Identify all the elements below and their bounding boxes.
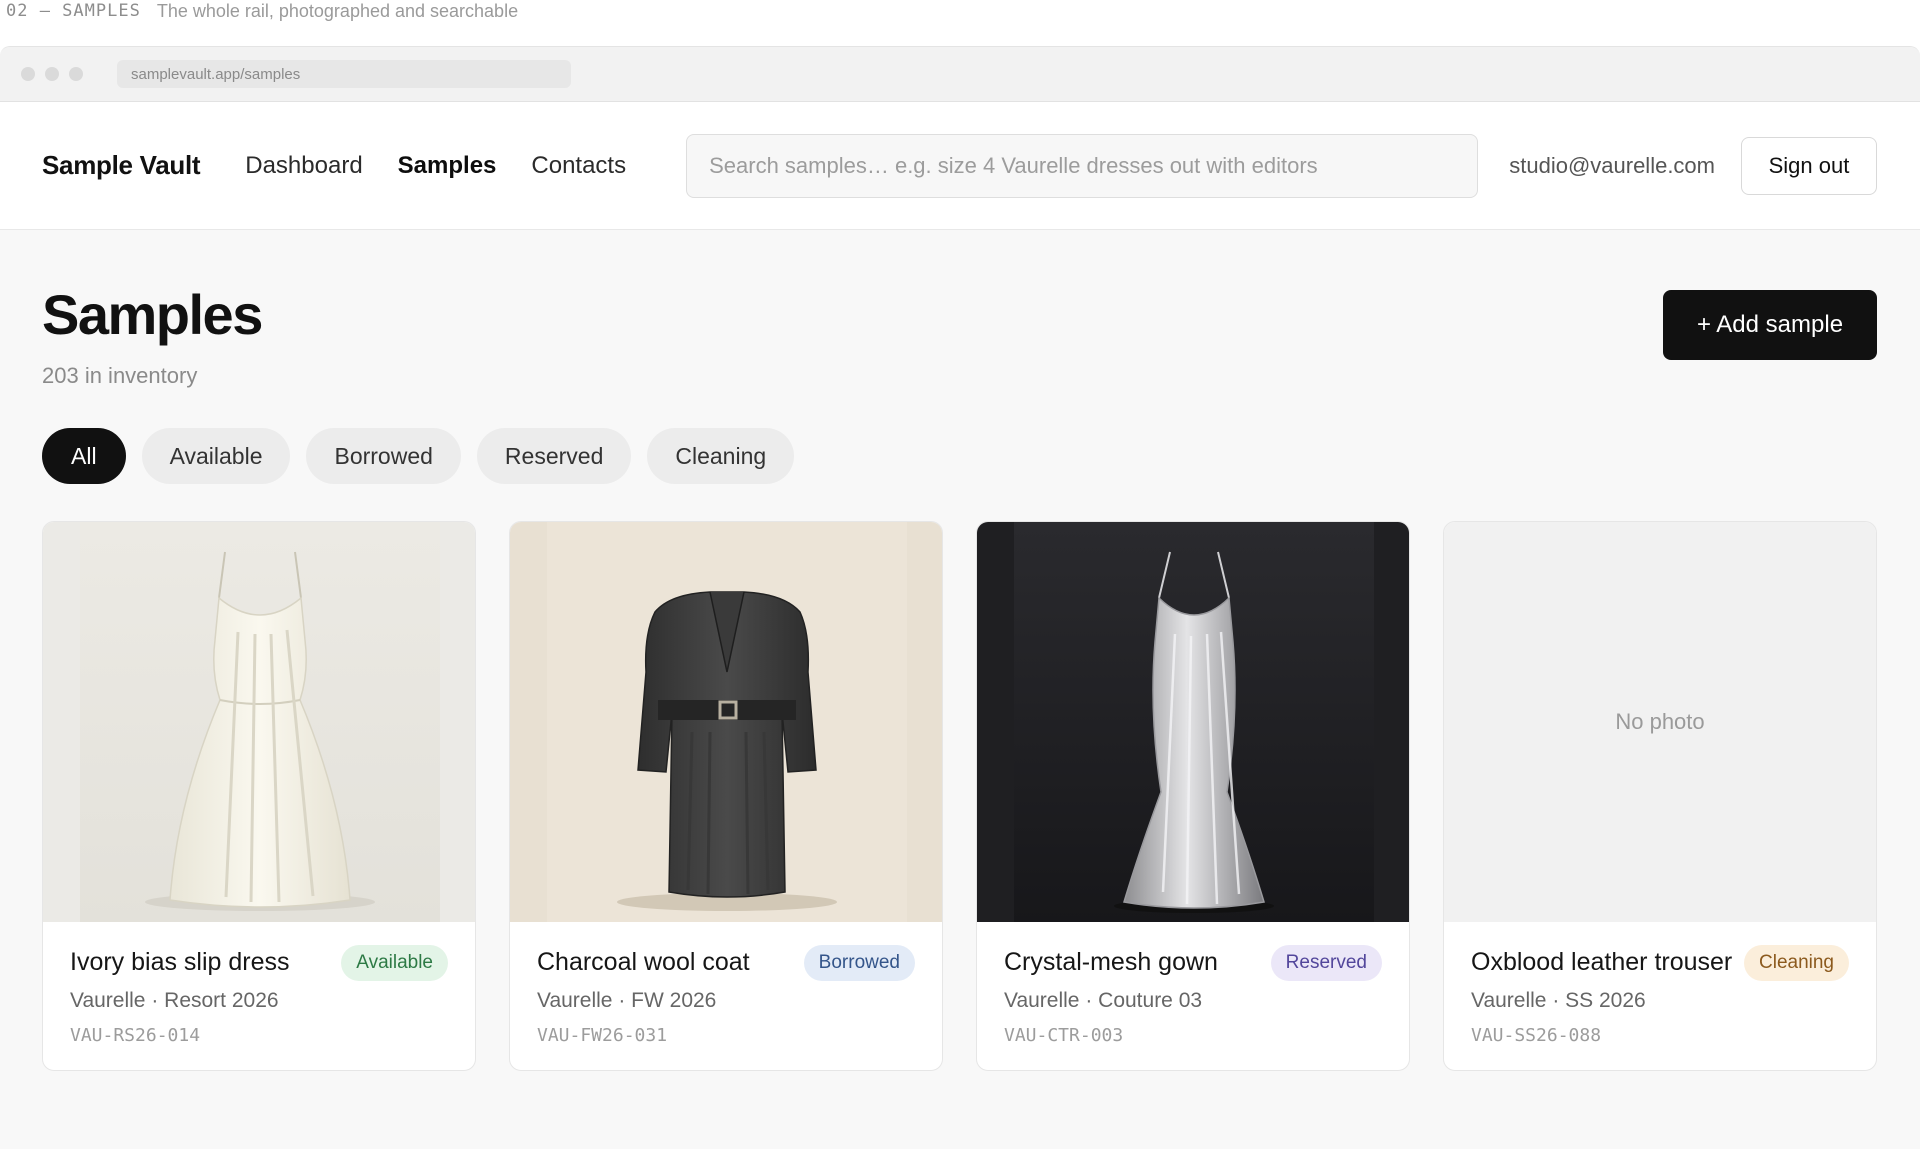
sample-name: Ivory bias slip dress bbox=[70, 948, 290, 976]
sku-code: VAU-SS26-088 bbox=[1471, 1025, 1602, 1046]
status-filters: All Available Borrowed Reserved Cleaning bbox=[42, 428, 795, 484]
window-zoom-dot[interactable] bbox=[69, 67, 83, 81]
page-title: Samples bbox=[42, 283, 263, 346]
user-email: studio@vaurelle.com bbox=[1509, 152, 1715, 178]
status-badge: Available bbox=[341, 945, 448, 981]
status-badge: Cleaning bbox=[1744, 945, 1849, 981]
charcoal-coat-photo bbox=[510, 522, 942, 922]
filter-reserved[interactable]: Reserved bbox=[476, 428, 632, 484]
ivory-slip-dress-photo bbox=[43, 522, 475, 922]
address-bar[interactable]: samplevault.app/samples bbox=[117, 60, 571, 88]
sku-code: VAU-CTR-003 bbox=[1004, 1025, 1124, 1046]
add-sample-button[interactable]: + Add sample bbox=[1663, 290, 1877, 360]
caption-description: The whole rail, photographed and searcha… bbox=[156, 0, 519, 21]
filter-borrowed[interactable]: Borrowed bbox=[306, 428, 461, 484]
sample-card[interactable]: No photo Oxblood leather trouser Cleanin… bbox=[1443, 521, 1877, 1071]
crystal-gown-photo bbox=[977, 522, 1409, 922]
search-input[interactable] bbox=[686, 133, 1479, 198]
brand-season: Vaurelle · Couture 03 bbox=[1004, 989, 1203, 1012]
sku-code: VAU-FW26-031 bbox=[537, 1025, 668, 1046]
section-caption: 02 — SAMPLES The whole rail, photographe… bbox=[6, 0, 518, 22]
brand-season: Vaurelle · SS 2026 bbox=[1471, 989, 1646, 1012]
sign-out-button[interactable]: Sign out bbox=[1741, 136, 1877, 195]
brand-season: Vaurelle · FW 2026 bbox=[537, 989, 717, 1012]
sample-grid: Ivory bias slip dress Available Vaurelle… bbox=[42, 521, 1877, 1071]
browser-chrome: samplevault.app/samples bbox=[0, 47, 1920, 102]
window-close-dot[interactable] bbox=[21, 67, 35, 81]
nav-link-dashboard[interactable]: Dashboard bbox=[245, 152, 362, 180]
window-minimize-dot[interactable] bbox=[45, 67, 59, 81]
filter-all[interactable]: All bbox=[42, 428, 126, 484]
inventory-count: 203 in inventory bbox=[42, 363, 198, 388]
sample-name: Charcoal wool coat bbox=[537, 948, 750, 976]
sample-card[interactable]: Ivory bias slip dress Available Vaurelle… bbox=[42, 521, 476, 1071]
status-badge: Reserved bbox=[1270, 945, 1382, 981]
caption-code: 02 — SAMPLES bbox=[6, 1, 141, 21]
sample-card[interactable]: Charcoal wool coat Borrowed Vaurelle · F… bbox=[509, 521, 943, 1071]
brand-logo[interactable]: Sample Vault bbox=[42, 150, 201, 181]
top-navigation: Sample Vault Dashboard Samples Contacts … bbox=[0, 102, 1920, 230]
browser-window: samplevault.app/samples Sample Vault Das… bbox=[0, 46, 1920, 1149]
nav-link-samples[interactable]: Samples bbox=[398, 152, 497, 180]
sample-name: Crystal-mesh gown bbox=[1004, 948, 1218, 976]
sample-name: Oxblood leather trouser bbox=[1471, 948, 1733, 976]
nav-link-contacts[interactable]: Contacts bbox=[531, 152, 626, 180]
brand-season: Vaurelle · Resort 2026 bbox=[70, 989, 279, 1012]
sku-code: VAU-RS26-014 bbox=[70, 1025, 201, 1046]
filter-available[interactable]: Available bbox=[141, 428, 291, 484]
filter-cleaning[interactable]: Cleaning bbox=[647, 428, 795, 484]
sample-card[interactable]: Crystal-mesh gown Reserved Vaurelle · Co… bbox=[976, 521, 1410, 1071]
no-photo-placeholder: No photo bbox=[1444, 522, 1876, 922]
status-badge: Borrowed bbox=[803, 945, 915, 981]
